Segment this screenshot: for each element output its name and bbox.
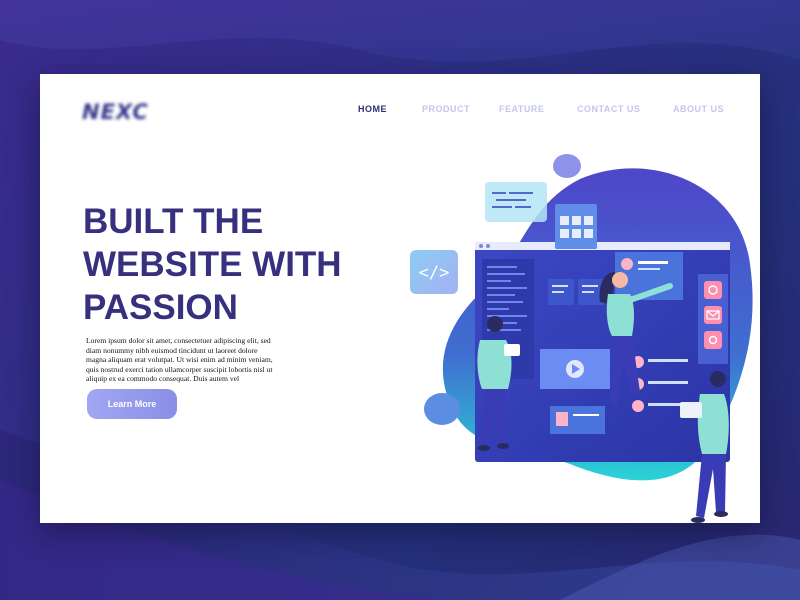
nav-item-about-us[interactable]: ABOUT US [673,104,724,114]
hero-illustration: </> [410,154,753,523]
app-grid-panel [555,204,597,249]
user-icon [621,258,633,270]
code-badge-text: </> [419,263,450,283]
camera-icon [704,331,722,349]
hero-description: Lorem ipsum dolor sit amet, consectetuer… [86,336,318,384]
small-blob-left [424,393,460,425]
nav-item-product[interactable]: PRODUCT [422,104,470,114]
home-icon [704,281,722,299]
description-line: diam nonummy nibh euismod tincidunt ut l… [86,345,258,355]
description-line: aliquip ex ea commodo consequat. Duis au… [86,374,240,384]
code-icon: </> [410,250,458,294]
small-blob-top [553,154,581,178]
headline-line-1: BUILT THE [83,202,264,241]
learn-more-button[interactable]: Learn More [87,389,177,419]
description-line: Lorem ipsum dolor sit amet, consectetuer… [86,336,271,345]
top-navigation: HOME PRODUCT FEATURE CONTACT US ABOUT US [40,104,760,120]
description-line: quis nostrud exerci tation ullamcorper s… [86,364,273,374]
description-line: magna aliquam erat volutpat. Ut wisi eni… [86,355,273,365]
headline-line-3: PASSION [83,288,238,327]
nav-item-home[interactable]: HOME [358,104,387,114]
headline-line-2: WEBSITE WITH [83,245,342,284]
side-icon-column [698,274,728,364]
floating-code-card [485,182,547,222]
nav-item-feature[interactable]: FEATURE [499,104,544,114]
landing-page-card: NEXC HOME PRODUCT FEATURE CONTACT US ABO… [40,74,760,523]
hero-headline: BUILT THE WEBSITE WITH PASSION [83,200,383,329]
nav-item-contact-us[interactable]: CONTACT US [577,104,640,114]
